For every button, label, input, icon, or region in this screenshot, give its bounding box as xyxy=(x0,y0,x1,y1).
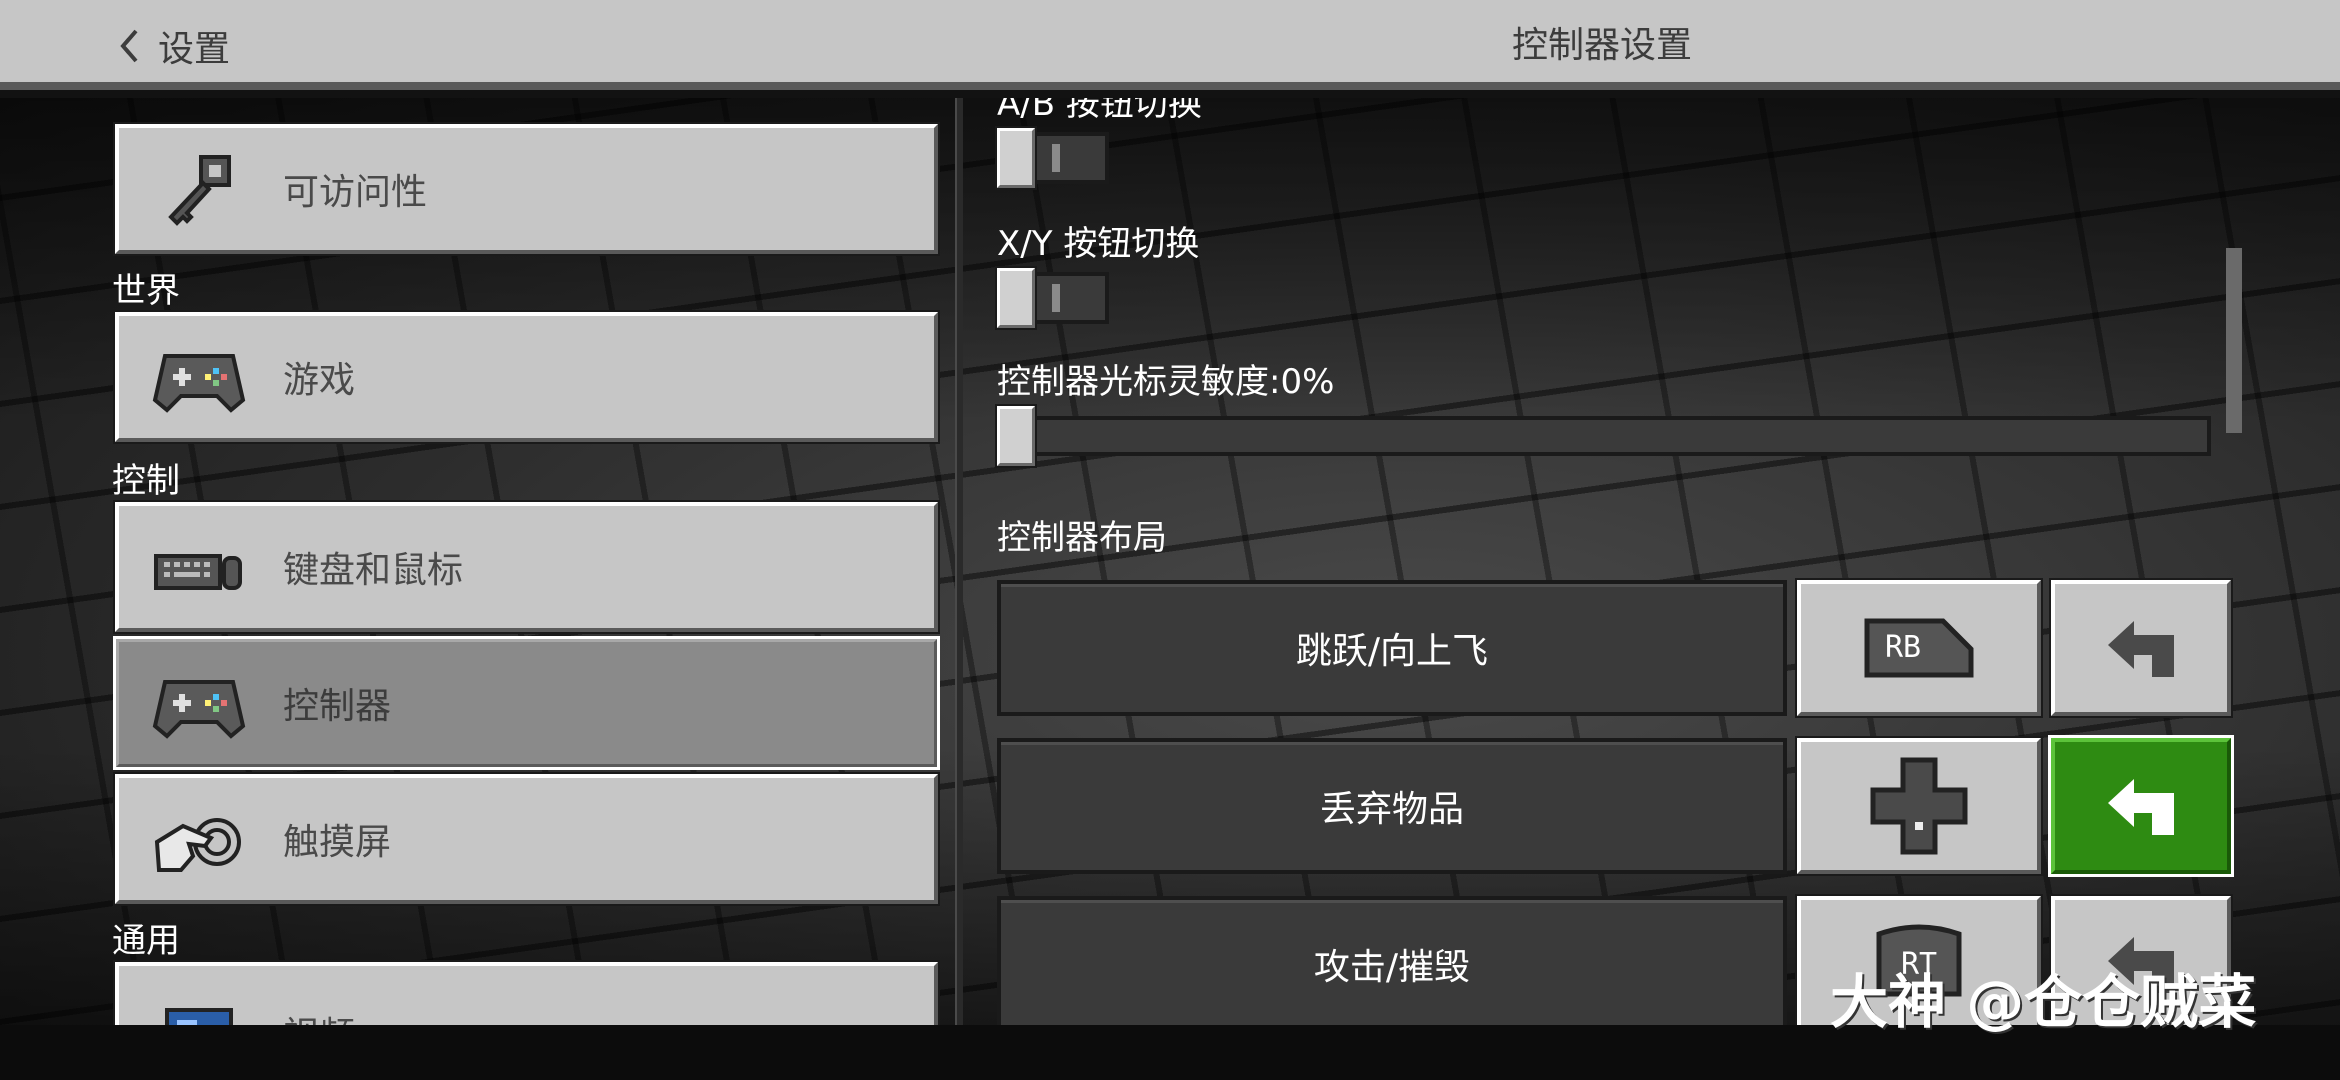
sidebar-item-label: 键盘和鼠标 xyxy=(283,550,464,591)
panel-divider xyxy=(955,98,963,1025)
section-label-world: 世界 xyxy=(112,271,180,311)
rb-button-icon: RB xyxy=(1864,618,1974,678)
keyboard-mouse-icon xyxy=(149,531,249,611)
undo-arrow-icon xyxy=(2108,779,2174,835)
section-label-controls: 控制 xyxy=(112,461,180,501)
binding-row-drop-item: 丢弃物品 xyxy=(997,735,2262,877)
undo-arrow-icon xyxy=(2108,621,2174,677)
sidebar-item-game[interactable]: 游戏 xyxy=(115,312,938,442)
binding-key-button[interactable]: RB xyxy=(1797,580,2041,716)
sidebar-item-label: 视频 xyxy=(283,1006,355,1025)
settings-panel: A/B 按钮切换 X/Y 按钮切换 控制器光标灵敏度:0% 控制器布局 跳跃/向… xyxy=(963,98,2340,1025)
toggle-off-indicator xyxy=(1052,284,1060,312)
reset-binding-button[interactable] xyxy=(2051,580,2231,716)
sidebar-item-video[interactable]: 视频 xyxy=(115,962,938,1025)
sensitivity-label: 控制器光标灵敏度:0% xyxy=(997,362,1335,402)
sidebar-item-label: 可访问性 xyxy=(283,172,428,213)
xy-toggle[interactable] xyxy=(997,268,1111,328)
touch-hand-icon xyxy=(149,803,249,883)
section-label-general: 通用 xyxy=(112,921,180,961)
svg-text:RB: RB xyxy=(1885,630,1921,665)
video-icon xyxy=(149,991,249,1025)
back-label: 设置 xyxy=(158,29,231,70)
toggle-knob[interactable] xyxy=(997,128,1035,188)
dpad-down-icon xyxy=(1870,757,1968,855)
sidebar-item-label: 触摸屏 xyxy=(283,822,392,863)
xy-toggle-label: X/Y 按钮切换 xyxy=(997,224,1200,264)
header-bar: 设置 控制器设置 xyxy=(0,0,2340,90)
sidebar-item-label: 控制器 xyxy=(283,686,392,727)
gamepad-icon xyxy=(149,667,249,747)
sidebar-item-keyboard-mouse[interactable]: 键盘和鼠标 xyxy=(115,502,938,632)
sidebar-item-touchscreen[interactable]: 触摸屏 xyxy=(115,774,938,904)
sidebar: 可访问性 世界 游戏 控制 键盘和鼠标 控制器 触摸屏 通用 xyxy=(0,98,955,1025)
toggle-knob[interactable] xyxy=(997,268,1035,328)
ab-toggle-label: A/B 按钮切换 xyxy=(997,98,1202,124)
sensitivity-slider[interactable] xyxy=(997,406,2211,466)
watermark: 大神 @仓仓贼菜 xyxy=(1830,968,2257,1036)
sidebar-item-label: 游戏 xyxy=(283,360,356,401)
slider-track[interactable] xyxy=(997,416,2211,456)
binding-key-button[interactable] xyxy=(1797,738,2041,874)
gamepad-icon xyxy=(149,341,249,421)
scrollbar[interactable] xyxy=(2226,248,2242,433)
key-icon xyxy=(149,153,249,233)
toggle-off-indicator xyxy=(1052,144,1060,172)
reset-binding-button[interactable] xyxy=(2048,735,2234,877)
sidebar-item-accessibility[interactable]: 可访问性 xyxy=(115,124,938,254)
binding-row-jump: 跳跃/向上飞 RB xyxy=(997,580,2262,716)
binding-action-label: 跳跃/向上飞 xyxy=(997,580,1787,716)
back-button[interactable]: 设置 xyxy=(118,18,230,74)
sidebar-item-controller[interactable]: 控制器 xyxy=(113,636,940,770)
binding-action-label: 攻击/摧毁 xyxy=(997,896,1787,1025)
slider-knob[interactable] xyxy=(997,406,1035,466)
page-title: 控制器设置 xyxy=(1511,25,1692,66)
layout-section-label: 控制器布局 xyxy=(997,518,1167,558)
ab-toggle[interactable] xyxy=(997,128,1111,188)
chevron-left-icon xyxy=(120,29,138,63)
binding-action-label: 丢弃物品 xyxy=(997,738,1787,874)
